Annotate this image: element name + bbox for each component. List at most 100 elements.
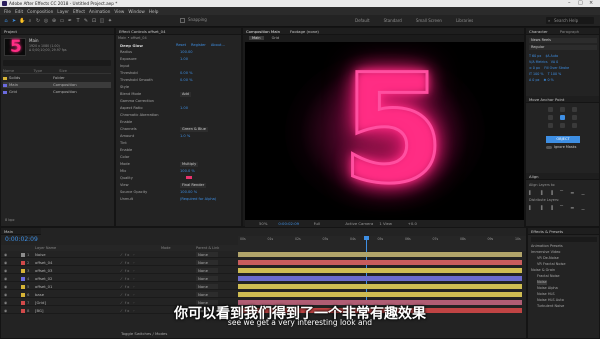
layer-switches[interactable]: ⁄ fx ◦ — [121, 283, 136, 290]
effect-property-row[interactable]: Unmult (Required for Alpha) — [120, 197, 240, 202]
visibility-eye-icon[interactable]: ◉ — [4, 283, 7, 290]
menu-animation[interactable]: Animation — [89, 9, 110, 14]
layer-label-color[interactable] — [21, 292, 25, 297]
bit-depth[interactable]: 8 bpc — [5, 218, 15, 222]
ignore-masks-toggle[interactable]: Ignore Masks — [546, 145, 576, 149]
effects-search-input[interactable] — [531, 237, 597, 242]
anchor-center[interactable] — [560, 115, 565, 120]
layer-name[interactable]: offset_02 — [35, 275, 52, 282]
layer-name[interactable]: offset_04 — [35, 259, 52, 266]
layer-row[interactable]: ◉ 1 Noise ⁄ fx ◦ None — [1, 251, 238, 258]
playhead-handle[interactable] — [364, 236, 369, 240]
time-ruler[interactable]: 00s 01s 02s 03s 04s 05s 06s 07s 08s 09s 10s — [238, 236, 526, 306]
effect-property-row[interactable]: Source Opacity 100.00 % — [120, 190, 240, 195]
layer-switches[interactable]: ⁄ fx ◦ — [121, 251, 136, 258]
project-item-grid[interactable]: Grid Composition — [3, 89, 111, 95]
effect-controls-tab[interactable]: Effect Controls offset_04 — [116, 28, 241, 35]
viewer-tab-main[interactable]: Main — [249, 36, 264, 40]
layer-row[interactable]: ◉ 5 offset_01 ⁄ fx ◦ None — [1, 283, 238, 290]
effects-list-item[interactable]: Fractal Noise — [537, 274, 560, 279]
layer-duration-bar[interactable] — [238, 260, 522, 265]
effect-property-row[interactable]: Channels Green & Blue — [120, 127, 240, 132]
search-help-input[interactable]: ⌕ Search Help — [546, 17, 594, 24]
tab-character[interactable]: Character — [529, 28, 548, 34]
anchor-top-left[interactable] — [548, 107, 553, 112]
effect-property-value[interactable]: Add — [180, 92, 191, 97]
anchor-right[interactable] — [572, 115, 577, 120]
visibility-eye-icon[interactable]: ◉ — [4, 259, 7, 266]
workspace-standard[interactable]: Standard — [384, 18, 402, 23]
menu-view[interactable]: View — [114, 9, 124, 14]
layer-duration-bar[interactable] — [238, 276, 522, 281]
effect-property-value[interactable]: Green & Blue — [180, 127, 208, 132]
effects-list-item[interactable]: VR Fractal Noise — [537, 262, 566, 267]
brush-tool-icon[interactable]: ✎ — [83, 18, 89, 24]
rotate-tool-icon[interactable]: ↻ — [35, 18, 41, 24]
layer-name[interactable]: offset_01 — [35, 283, 52, 290]
layer-switches[interactable]: ⁄ fx ◦ — [121, 267, 136, 274]
anchor-left[interactable] — [548, 115, 553, 120]
layer-label-color[interactable] — [21, 276, 25, 281]
effect-property-row[interactable]: Radius 100.00 — [120, 50, 240, 55]
close-icon[interactable]: × — [589, 0, 593, 7]
project-item-main[interactable]: Main Composition — [3, 82, 111, 88]
layer-name[interactable]: Noise — [35, 251, 46, 258]
camera-tool-icon[interactable]: ◎ — [43, 18, 49, 24]
layer-duration-bar[interactable] — [238, 252, 522, 257]
camera-dropdown[interactable]: Active Camera — [345, 221, 373, 226]
effects-presets-tab[interactable]: Effects & Presets — [528, 228, 599, 235]
effect-property-value[interactable]: 1.00 — [180, 57, 188, 62]
distribute-buttons[interactable]: ▌ ▐ ▐ ▔ ▬ ▁ — [529, 205, 588, 210]
effect-property-row[interactable]: Enable — [120, 120, 240, 125]
effect-property-row[interactable]: Threshold Smooth 0.00 % — [120, 78, 240, 83]
align-tab[interactable]: Align — [526, 173, 599, 180]
effect-property-value[interactable]: 100.0 % — [180, 169, 195, 174]
menu-layer[interactable]: Layer — [57, 9, 69, 14]
effect-property-row[interactable]: Input — [120, 64, 240, 69]
menu-help[interactable]: Help — [149, 9, 159, 14]
layer-row[interactable]: ◉ 3 offset_03 ⁄ fx ◦ None — [1, 267, 238, 274]
visibility-eye-icon[interactable]: ◉ — [4, 267, 7, 274]
project-item-solids[interactable]: Solids Folder — [3, 75, 111, 81]
layer-row[interactable]: ◉ 2 offset_04 ⁄ fx ◦ None — [1, 259, 238, 266]
effect-property-value[interactable]: 100.00 % — [180, 190, 197, 195]
layer-name[interactable]: base — [35, 291, 44, 298]
workspace-default[interactable]: Default — [355, 18, 370, 23]
project-tab[interactable]: Project — [1, 28, 114, 35]
effect-property-row[interactable]: Style — [120, 85, 240, 90]
effects-list-item[interactable]: Animation Presets — [531, 244, 563, 249]
layer-label-color[interactable] — [21, 268, 25, 273]
effect-property-value[interactable]: 1.00 — [180, 106, 188, 111]
tab-footage[interactable]: Footage (none) — [290, 28, 319, 34]
effect-property-value[interactable]: (Required for Alpha) — [180, 197, 216, 202]
layer-label-color[interactable] — [21, 284, 25, 289]
effects-list-item[interactable]: Noise HLS — [537, 292, 555, 297]
layer-duration-bar[interactable] — [238, 292, 522, 297]
layer-parent-dropdown[interactable]: None — [196, 284, 218, 289]
timeline-timecode[interactable]: 0:00:02:09 — [5, 236, 38, 243]
effect-property-value[interactable]: Final Render — [180, 183, 207, 188]
visibility-eye-icon[interactable]: ◉ — [4, 251, 7, 258]
visibility-eye-icon[interactable]: ◉ — [4, 291, 7, 298]
effect-property-row[interactable]: Quality — [120, 176, 240, 181]
effect-property-value[interactable]: 0.00 % — [180, 78, 193, 83]
layer-row[interactable]: ◉ 4 offset_02 ⁄ fx ◦ None — [1, 275, 238, 282]
effect-property-row[interactable]: Mix 100.0 % — [120, 169, 240, 174]
effect-reset-link[interactable]: Reset — [176, 43, 186, 47]
effects-list-item[interactable]: Immersive Video — [531, 250, 560, 255]
anchor-bottom-left[interactable] — [548, 123, 553, 128]
effect-property-value[interactable]: Multiply — [180, 162, 199, 167]
current-time-display[interactable]: 0:00:02:09 — [278, 221, 299, 226]
effect-property-value[interactable]: 0.00 % — [180, 71, 193, 76]
hand-tool-icon[interactable]: ✋ — [19, 18, 25, 24]
layer-parent-dropdown[interactable]: None — [196, 252, 218, 257]
effects-list-item[interactable]: Noise & Grain — [531, 268, 555, 273]
effect-property-row[interactable]: Chromatic Aberration — [120, 113, 240, 118]
move-anchor-tab[interactable]: Move Anchor Point — [526, 96, 599, 103]
effect-register-link[interactable]: Register — [191, 43, 206, 47]
clone-tool-icon[interactable]: ⊡ — [91, 18, 97, 24]
layer-parent-dropdown[interactable]: None — [196, 292, 218, 297]
effect-name[interactable]: Deep Glow — [120, 43, 143, 48]
pen-tool-icon[interactable]: ✒ — [67, 18, 73, 24]
effects-list-item[interactable]: Noise Alpha — [537, 286, 558, 291]
